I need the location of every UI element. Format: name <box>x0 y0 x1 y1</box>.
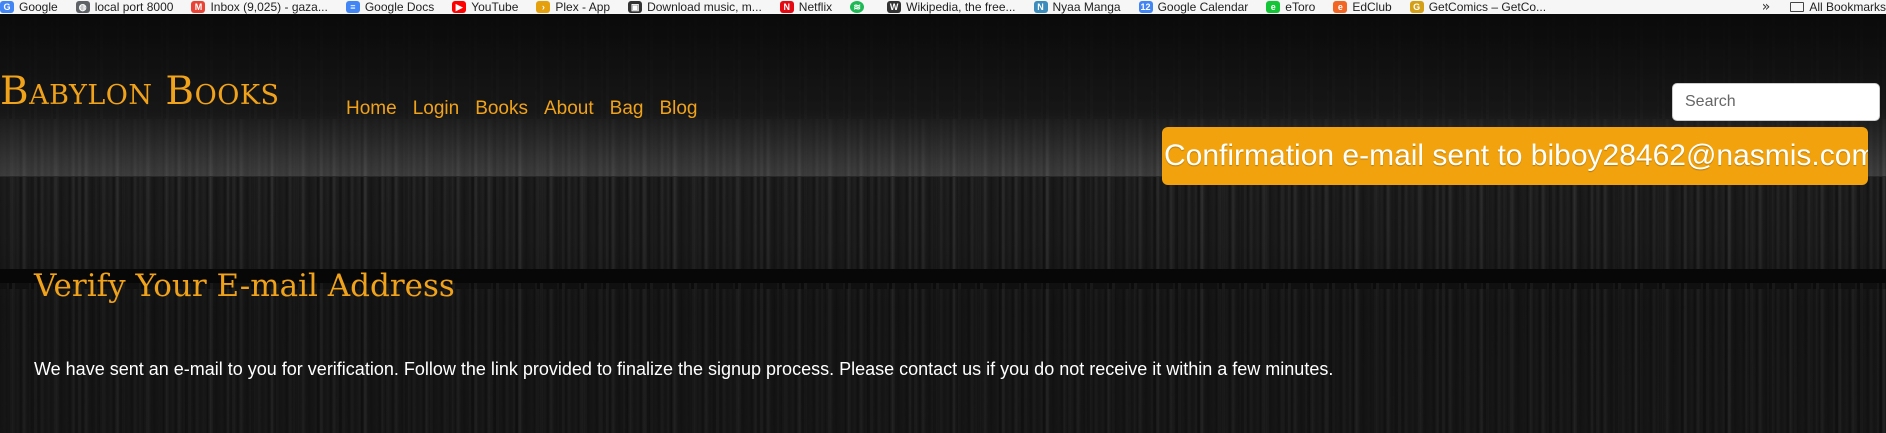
nav-about[interactable]: About <box>544 97 594 121</box>
docs-icon: ≡ <box>345 1 360 13</box>
bookmark-label: Inbox (9,025) - gaza... <box>210 0 328 14</box>
bookmark-label: eToro <box>1285 0 1316 14</box>
bookmark-label: YouTube <box>471 0 519 14</box>
bookmark-edclub[interactable]: e EdClub <box>1333 0 1392 14</box>
bookmark-label: local port 8000 <box>94 0 174 14</box>
folder-icon <box>1790 2 1805 12</box>
gmail-icon: M <box>191 1 206 13</box>
bookmarks-bar: G Google ◍ local port 8000 M Inbox (9,02… <box>0 0 1886 14</box>
spotify-icon: ≋ <box>850 1 865 13</box>
all-bookmarks-button[interactable]: All Bookmarks <box>1790 0 1886 14</box>
main-nav: Home Login Books About Bag Blog <box>346 97 698 121</box>
bookmark-label: GetComics – GetCo... <box>1428 0 1547 14</box>
google-icon: G <box>0 1 14 13</box>
bookmark-gmail[interactable]: M Inbox (9,025) - gaza... <box>191 0 328 14</box>
bookmark-label: Nyaa Manga <box>1052 0 1121 14</box>
nav-books[interactable]: Books <box>475 97 528 121</box>
bookmark-download-music[interactable]: ▣ Download music, m... <box>628 0 762 14</box>
bookmark-etoro[interactable]: e eToro <box>1266 0 1315 14</box>
globe-icon: ◍ <box>75 1 90 13</box>
bookmark-spotify[interactable]: ≋ <box>850 0 869 14</box>
bookmarks-right: » All Bookmarks <box>1755 0 1886 14</box>
site-logo[interactable]: Babylon Books <box>0 70 280 114</box>
bookmark-google-docs[interactable]: ≡ Google Docs <box>345 0 435 14</box>
youtube-icon: ▶ <box>452 1 467 13</box>
bookmark-wikipedia[interactable]: W Wikipedia, the free... <box>887 0 1016 14</box>
bookmark-local-port[interactable]: ◍ local port 8000 <box>75 0 174 14</box>
bookmark-label: Google <box>19 0 58 14</box>
nav-home[interactable]: Home <box>346 97 397 121</box>
bookmark-label: Google Calendar <box>1157 0 1249 14</box>
verification-message: We have sent an e-mail to you for verifi… <box>34 359 1334 379</box>
page-title: Verify Your E-mail Address <box>34 268 455 304</box>
bookmark-label: EdClub <box>1352 0 1392 14</box>
wikipedia-icon: W <box>887 1 902 13</box>
nyaa-icon: N <box>1033 1 1048 13</box>
bookmark-netflix[interactable]: N Netflix <box>779 0 833 14</box>
confirmation-toast: Confirmation e-mail sent to biboy28462@n… <box>1162 127 1868 185</box>
bookmark-label: Netflix <box>798 0 833 14</box>
page-background: Babylon Books Home Login Books About Bag… <box>0 14 1886 433</box>
bookmark-youtube[interactable]: ▶ YouTube <box>452 0 518 14</box>
etoro-icon: e <box>1266 1 1281 13</box>
bookmark-label: Google Docs <box>364 0 435 14</box>
bookmark-plex[interactable]: › Plex - App <box>536 0 610 14</box>
nav-blog[interactable]: Blog <box>659 97 697 121</box>
nav-login[interactable]: Login <box>413 97 460 121</box>
nav-bag[interactable]: Bag <box>610 97 644 121</box>
edclub-icon: e <box>1333 1 1348 13</box>
bookmark-google-calendar[interactable]: 12 Google Calendar <box>1138 0 1249 14</box>
download-icon: ▣ <box>628 1 643 13</box>
all-bookmarks-label: All Bookmarks <box>1809 0 1886 14</box>
bookmark-google[interactable]: G Google <box>0 0 58 14</box>
calendar-icon: 12 <box>1138 1 1153 13</box>
bookmark-getcomics[interactable]: G GetComics – GetCo... <box>1409 0 1547 14</box>
bookmark-nyaa-manga[interactable]: N Nyaa Manga <box>1033 0 1121 14</box>
netflix-icon: N <box>779 1 794 13</box>
bookmark-label: Wikipedia, the free... <box>906 0 1016 14</box>
bookmark-label: Plex - App <box>555 0 611 14</box>
getcomics-icon: G <box>1409 1 1424 13</box>
bookmark-label: Download music, m... <box>647 0 762 14</box>
search-input[interactable] <box>1672 83 1880 121</box>
plex-icon: › <box>536 1 551 13</box>
chevron-double-right-icon[interactable]: » <box>1762 0 1771 14</box>
